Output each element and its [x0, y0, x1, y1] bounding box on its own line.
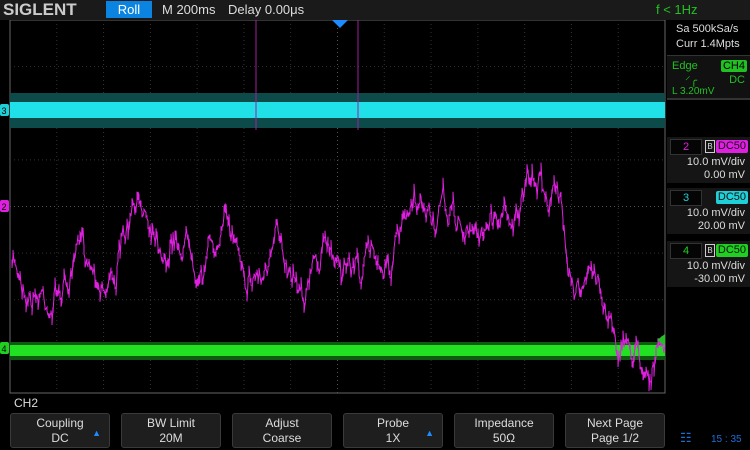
trigger-level: L 3.20mV	[672, 86, 715, 97]
ch2-coupling: DC50	[715, 140, 748, 153]
button-value: Coarse	[262, 431, 302, 445]
clock: 15 : 35	[711, 434, 742, 445]
button-label: Impedance	[474, 416, 534, 430]
timebase[interactable]: M 200ms	[162, 2, 215, 17]
button-value: Page 1/2	[590, 431, 640, 445]
ch2-scale: 10.0 mV/div	[686, 156, 745, 168]
ch2-marker-label: 2	[2, 202, 7, 212]
ch4-offset: -30.00 mV	[694, 273, 745, 285]
ch3-scale: 10.0 mV/div	[686, 207, 745, 219]
ch4-marker-label: 4	[2, 344, 7, 354]
ch4-trace	[10, 345, 665, 356]
top-bar: SIGLENT Roll M 200ms Delay 0.00μs f < 1H…	[0, 0, 750, 20]
bw-limit-icon: B	[705, 140, 715, 153]
menu-button-bw-limit[interactable]: BW Limit 20M	[121, 413, 221, 448]
brand-logo: SIGLENT	[3, 0, 77, 19]
ch3-coupling: DC50	[715, 191, 748, 204]
trigger-frequency: f < 1Hz	[656, 2, 698, 17]
ch4-coupling: DC50	[715, 244, 748, 257]
ch2-number: 2	[670, 139, 702, 155]
ch3-offset: 20.00 mV	[697, 220, 745, 232]
button-value: 50Ω	[492, 431, 516, 445]
menu-button-probe[interactable]: Probe 1X ▲	[343, 413, 443, 448]
button-label: Next Page	[586, 416, 644, 430]
button-label: BW Limit	[147, 416, 195, 430]
menu-button-adjust[interactable]: Adjust Coarse	[232, 413, 332, 448]
ch3-marker-label: 3	[2, 106, 7, 116]
delay[interactable]: Delay 0.00μs	[228, 2, 304, 17]
ch2-panel[interactable]: 2 B DC50 10.0 mV/div 0.00 mV	[667, 137, 750, 183]
bw-limit-icon: B	[705, 244, 715, 257]
arrow-up-icon: ▲	[425, 428, 434, 438]
trigger-type: Edge	[672, 60, 698, 72]
ch4-number: 4	[670, 243, 702, 259]
trigger-position-marker[interactable]	[332, 20, 348, 28]
trigger-source: CH4	[720, 60, 747, 72]
ch3-panel[interactable]: 3 DC50 10.0 mV/div 20.00 mV	[667, 188, 750, 234]
menu-button-impedance[interactable]: Impedance 50Ω	[454, 413, 554, 448]
arrow-up-icon: ▲	[92, 428, 101, 438]
side-panel: Sa 500kSa/s Curr 1.4Mpts Edge CH4 ⸍╭ DC L…	[667, 20, 750, 392]
roll-mode-badge[interactable]: Roll	[106, 1, 152, 18]
trigger-coupling: DC	[729, 74, 745, 86]
network-icon: ☷	[680, 430, 692, 445]
waveform-display[interactable]: 3 2 4	[0, 20, 667, 394]
menu-button-coupling[interactable]: Coupling DC ▲	[10, 413, 110, 448]
menu-button-next-page[interactable]: Next Page Page 1/2	[565, 413, 665, 448]
menu-title: CH2	[14, 396, 39, 410]
ch3-trace	[10, 102, 665, 118]
trigger-panel[interactable]: Edge CH4 ⸍╭ DC L 3.20mV	[667, 55, 750, 100]
memory-depth: Curr 1.4Mpts	[676, 38, 740, 50]
ch4-scale: 10.0 mV/div	[686, 260, 745, 272]
ch3-number: 3	[670, 190, 702, 206]
sample-rate: Sa 500kSa/s	[676, 23, 739, 35]
ch4-panel[interactable]: 4 B DC50 10.0 mV/div -30.00 mV	[667, 241, 750, 287]
button-label: Adjust	[265, 416, 299, 430]
button-value: 20M	[159, 431, 183, 445]
ch2-offset: 0.00 mV	[704, 169, 745, 181]
